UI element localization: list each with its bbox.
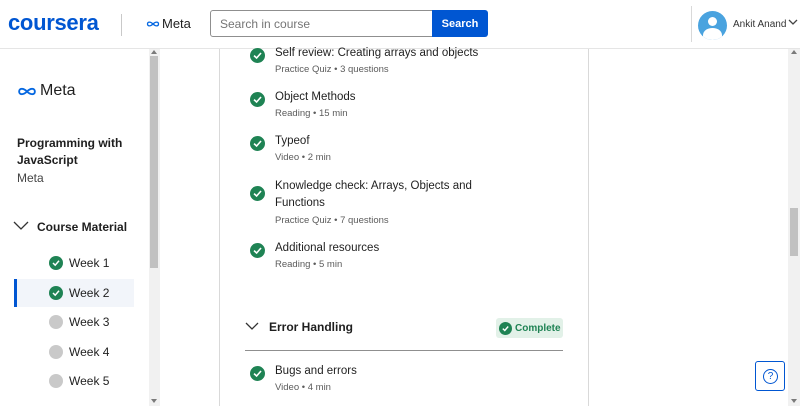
partner-name: Meta (162, 16, 191, 31)
complete-check-icon (250, 92, 265, 107)
week-label: Week 5 (69, 374, 110, 388)
item-title[interactable]: Typeof (275, 133, 485, 150)
status-badge: Complete (496, 318, 563, 338)
section-title[interactable]: Error Handling (269, 320, 353, 334)
user-avatar[interactable] (698, 11, 727, 40)
status-badge-label: Complete (515, 322, 561, 334)
item-meta: Reading • 5 min (275, 259, 343, 270)
partner-logo-sidebar: Meta (17, 82, 76, 100)
item-title[interactable]: Knowledge check: Arrays, Objects and Fun… (275, 178, 485, 212)
chevron-down-icon[interactable] (13, 221, 29, 231)
complete-check-icon (250, 48, 265, 63)
item-title[interactable]: Self review: Creating arrays and objects (275, 45, 485, 62)
scroll-down-arrow-icon[interactable] (151, 399, 157, 403)
sidebar-item-week-2[interactable]: Week 2 (14, 279, 134, 307)
meta-infinity-icon (146, 20, 160, 27)
header-divider (121, 14, 122, 36)
sidebar-item-week-5[interactable]: Week 5 (14, 367, 134, 395)
course-organization: Meta (17, 171, 44, 185)
incomplete-status-icon (49, 374, 63, 388)
complete-check-icon (499, 321, 512, 335)
sidebar-item-week-1[interactable]: Week 1 (14, 249, 134, 277)
item-meta: Video • 4 min (275, 382, 331, 393)
help-icon: ? (763, 369, 778, 384)
item-meta: Practice Quiz • 7 questions (275, 215, 389, 226)
avatar-head (708, 17, 717, 26)
page-scrollbar-thumb[interactable] (790, 208, 798, 256)
incomplete-status-icon (49, 345, 63, 359)
user-name[interactable]: Ankit Anand (733, 19, 786, 30)
complete-check-icon (250, 136, 265, 151)
week-label: Week 4 (69, 345, 110, 359)
item-title[interactable]: Additional resources (275, 240, 485, 257)
item-meta: Reading • 15 min (275, 108, 348, 119)
complete-check-icon (49, 286, 63, 300)
sidebar-scrollbar-thumb[interactable] (150, 56, 158, 268)
header-divider-right (691, 6, 692, 42)
scroll-up-arrow-icon[interactable] (151, 50, 157, 54)
help-button[interactable]: ? (755, 361, 785, 391)
scroll-down-arrow-icon[interactable] (791, 399, 797, 403)
complete-check-icon (250, 366, 265, 381)
week-label: Week 1 (69, 256, 110, 270)
complete-check-icon (49, 256, 63, 270)
item-title[interactable]: Bugs and errors (275, 363, 485, 380)
coursera-logo[interactable]: coursera (8, 10, 99, 36)
item-meta: Video • 2 min (275, 152, 331, 163)
scroll-up-arrow-icon[interactable] (791, 50, 797, 54)
avatar-body (703, 28, 722, 40)
search-input[interactable] (210, 10, 433, 37)
chevron-down-icon[interactable] (788, 17, 798, 27)
meta-infinity-icon (18, 87, 36, 95)
search-button[interactable]: Search (432, 10, 488, 37)
partner-name-sidebar: Meta (40, 82, 76, 99)
sidebar-item-week-4[interactable]: Week 4 (14, 338, 134, 366)
week-label: Week 3 (69, 315, 110, 329)
item-title[interactable]: Object Methods (275, 89, 485, 106)
item-meta: Practice Quiz • 3 questions (275, 64, 389, 75)
course-title: Programming with JavaScript (17, 136, 123, 167)
incomplete-status-icon (49, 315, 63, 329)
sidebar-item-week-3[interactable]: Week 3 (14, 308, 134, 336)
chevron-down-icon[interactable] (245, 322, 259, 331)
section-divider (245, 350, 563, 351)
complete-check-icon (250, 186, 265, 201)
partner-logo-header[interactable]: Meta (146, 16, 191, 31)
week-label: Week 2 (69, 286, 110, 300)
complete-check-icon (250, 243, 265, 258)
top-header: coursera Meta Search Ankit Anand (0, 0, 800, 49)
course-material-toggle[interactable]: Course Material (37, 220, 127, 234)
